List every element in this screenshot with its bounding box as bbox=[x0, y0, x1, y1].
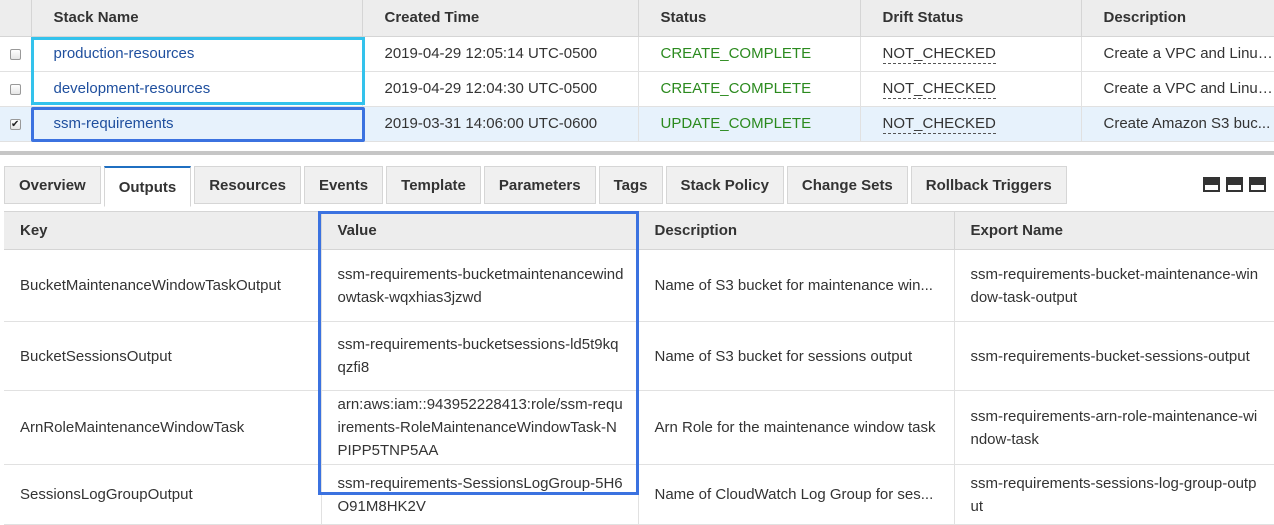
stack-row[interactable]: development-resources 2019-04-29 12:04:3… bbox=[0, 71, 1274, 107]
stack-row[interactable]: production-resources 2019-04-29 12:05:14… bbox=[0, 36, 1274, 72]
stack-description: Create a VPC and Linux... bbox=[1081, 71, 1274, 107]
col-export-name[interactable]: Export Name bbox=[954, 211, 1274, 250]
layout-half-icon[interactable] bbox=[1226, 177, 1243, 192]
created-time: 2019-04-29 12:04:30 UTC-0500 bbox=[362, 71, 639, 107]
drift-status[interactable]: NOT_CHECKED bbox=[882, 80, 996, 99]
col-value[interactable]: Value bbox=[321, 211, 639, 250]
output-export-name: ssm-requirements-sessions-log-group-outp… bbox=[954, 464, 1274, 525]
output-description: Name of S3 bucket for sessions output bbox=[638, 321, 955, 391]
status-text: CREATE_COMPLETE bbox=[638, 71, 861, 107]
drift-status[interactable]: NOT_CHECKED bbox=[882, 115, 996, 134]
drift-status[interactable]: NOT_CHECKED bbox=[882, 45, 996, 64]
stack-checkbox-cell bbox=[0, 36, 32, 72]
output-key: SessionsLogGroupOutput bbox=[4, 464, 322, 525]
output-description: Arn Role for the maintenance window task bbox=[638, 390, 955, 465]
tab-change-sets[interactable]: Change Sets bbox=[786, 166, 908, 204]
col-description[interactable]: Description bbox=[1081, 0, 1274, 37]
output-row: SessionsLogGroupOutput ssm-requirements-… bbox=[4, 464, 1274, 525]
tab-rollback-triggers[interactable]: Rollback Triggers bbox=[910, 166, 1067, 204]
tab-stack-policy[interactable]: Stack Policy bbox=[665, 166, 784, 204]
output-row: BucketMaintenanceWindowTaskOutput ssm-re… bbox=[4, 249, 1274, 322]
output-export-name: ssm-requirements-bucket-sessions-output bbox=[954, 321, 1274, 391]
drift-status-cell: NOT_CHECKED bbox=[860, 106, 1082, 142]
stack-checkbox[interactable] bbox=[9, 83, 21, 95]
output-key: BucketSessionsOutput bbox=[4, 321, 322, 391]
tab-overview[interactable]: Overview bbox=[4, 166, 101, 204]
layout-toggle-group bbox=[1203, 177, 1266, 192]
output-value: ssm-requirements-bucketsessions-ld5t9kqq… bbox=[321, 321, 639, 391]
col-drift-status[interactable]: Drift Status bbox=[860, 0, 1082, 37]
stack-name-link[interactable]: production-resources bbox=[54, 45, 195, 62]
outputs-table: Key Value Description Export Name Bucket… bbox=[4, 211, 1274, 525]
tab-outputs[interactable]: Outputs bbox=[103, 166, 192, 207]
col-created-time[interactable]: Created Time bbox=[362, 0, 639, 37]
stack-checkbox-cell: ✔ bbox=[0, 106, 32, 142]
output-value: ssm-requirements-SessionsLogGroup-5H6O91… bbox=[321, 464, 639, 525]
stack-name-link[interactable]: ssm-requirements bbox=[54, 115, 174, 132]
col-status[interactable]: Status bbox=[638, 0, 861, 37]
tab-resources[interactable]: Resources bbox=[194, 166, 301, 204]
tab-template[interactable]: Template bbox=[386, 166, 481, 204]
stack-description: Create Amazon S3 buc... bbox=[1081, 106, 1274, 142]
detail-tabs: Overview Outputs Resources Events Templa… bbox=[4, 166, 1070, 207]
stack-name-link[interactable]: development-resources bbox=[54, 80, 211, 97]
pane-resize-divider[interactable] bbox=[0, 151, 1274, 155]
output-description: Name of S3 bucket for maintenance win... bbox=[638, 249, 955, 322]
created-time: 2019-03-31 14:06:00 UTC-0600 bbox=[362, 106, 639, 142]
stack-checkbox-checked[interactable]: ✔ bbox=[9, 118, 21, 130]
output-value: arn:aws:iam::943952228413:role/ssm-requi… bbox=[321, 390, 639, 465]
col-key[interactable]: Key bbox=[4, 211, 322, 250]
stack-row-selected[interactable]: ✔ ssm-requirements 2019-03-31 14:06:00 U… bbox=[0, 106, 1274, 142]
output-key: ArnRoleMaintenanceWindowTask bbox=[4, 390, 322, 465]
stack-name-cell: development-resources bbox=[31, 71, 363, 107]
stacks-header-row: Stack Name Created Time Status Drift Sta… bbox=[0, 0, 1274, 37]
stack-description: Create a VPC and Linux... bbox=[1081, 36, 1274, 72]
stack-name-cell: ssm-requirements bbox=[31, 106, 363, 142]
stack-name-cell: production-resources bbox=[31, 36, 363, 72]
tab-tags[interactable]: Tags bbox=[598, 166, 663, 204]
output-export-name: ssm-requirements-bucket-maintenance-wind… bbox=[954, 249, 1274, 322]
created-time: 2019-04-29 12:05:14 UTC-0500 bbox=[362, 36, 639, 72]
outputs-header-row: Key Value Description Export Name bbox=[4, 211, 1274, 250]
output-row: BucketSessionsOutput ssm-requirements-bu… bbox=[4, 321, 1274, 391]
output-value: ssm-requirements-bucketmaintenancewindow… bbox=[321, 249, 639, 322]
status-text: CREATE_COMPLETE bbox=[638, 36, 861, 72]
status-text: UPDATE_COMPLETE bbox=[638, 106, 861, 142]
layout-split-icon[interactable] bbox=[1203, 177, 1220, 192]
output-key: BucketMaintenanceWindowTaskOutput bbox=[4, 249, 322, 322]
layout-full-icon[interactable] bbox=[1249, 177, 1266, 192]
drift-status-cell: NOT_CHECKED bbox=[860, 71, 1082, 107]
stack-checkbox[interactable] bbox=[9, 48, 21, 60]
output-row: ArnRoleMaintenanceWindowTask arn:aws:iam… bbox=[4, 390, 1274, 465]
tab-events[interactable]: Events bbox=[303, 166, 384, 204]
output-description: Name of CloudWatch Log Group for ses... bbox=[638, 464, 955, 525]
tab-parameters[interactable]: Parameters bbox=[483, 166, 596, 204]
stacks-table: Stack Name Created Time Status Drift Sta… bbox=[0, 0, 1274, 142]
drift-status-cell: NOT_CHECKED bbox=[860, 36, 1082, 72]
select-column-header bbox=[0, 0, 32, 37]
stack-checkbox-cell bbox=[0, 71, 32, 107]
output-export-name: ssm-requirements-arn-role-maintenance-wi… bbox=[954, 390, 1274, 465]
col-stack-name[interactable]: Stack Name bbox=[31, 0, 363, 37]
col-output-description[interactable]: Description bbox=[638, 211, 955, 250]
